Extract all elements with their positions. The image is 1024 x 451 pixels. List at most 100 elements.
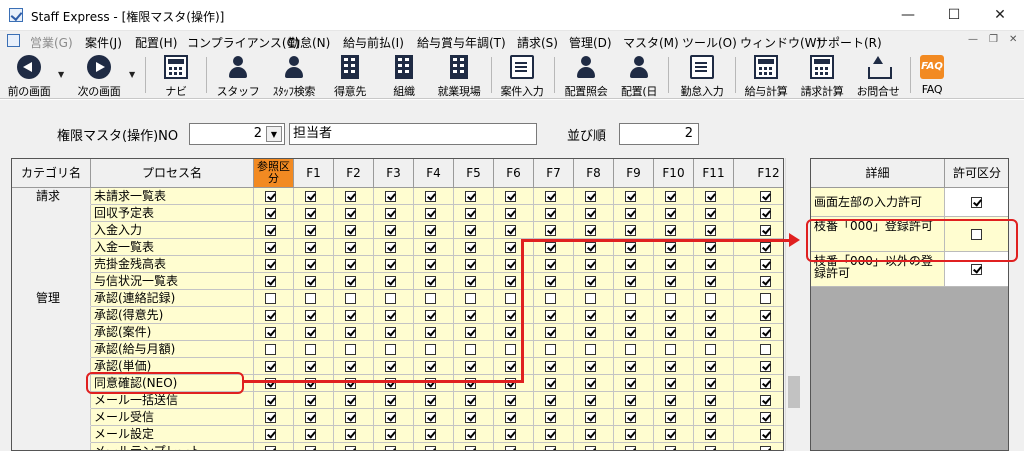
menu-kyuyo-shoyo[interactable]: 給与賞与年調(T) [417, 34, 506, 51]
permission-checkbox[interactable] [465, 378, 476, 389]
permission-checkbox[interactable] [425, 208, 436, 219]
permission-checkbox[interactable] [665, 412, 676, 423]
permission-checkbox[interactable] [425, 344, 436, 355]
permission-checkbox[interactable] [465, 327, 476, 338]
navi-button[interactable]: ナビ [152, 53, 200, 99]
job-entry-button[interactable]: 案件入力 [495, 53, 549, 99]
permission-checkbox[interactable] [665, 446, 676, 450]
forward-dropdown-icon[interactable]: ▼ [129, 70, 135, 79]
permission-checkbox[interactable] [625, 191, 636, 202]
process-name-cell[interactable]: 承認(連絡記録) [91, 290, 254, 307]
permission-checkbox[interactable] [585, 208, 596, 219]
permission-checkbox[interactable] [625, 395, 636, 406]
permission-checkbox[interactable] [665, 378, 676, 389]
permission-checkbox[interactable] [345, 429, 356, 440]
permission-checkbox[interactable] [505, 293, 516, 304]
placement-inquiry-button[interactable]: 配置照会 [559, 53, 613, 99]
permission-checkbox[interactable] [505, 242, 516, 253]
permission-checkbox[interactable] [345, 208, 356, 219]
permission-checkbox[interactable] [705, 361, 716, 372]
inquiry-button[interactable]: お問合せ [851, 53, 905, 99]
permission-checkbox[interactable] [625, 446, 636, 450]
permission-checkbox[interactable] [505, 446, 516, 450]
process-name-cell[interactable]: 承認(案件) [91, 324, 254, 341]
permission-checkbox[interactable] [345, 344, 356, 355]
permission-checkbox[interactable] [425, 412, 436, 423]
permission-checkbox[interactable] [345, 276, 356, 287]
permission-checkbox[interactable] [545, 361, 556, 372]
permission-checkbox[interactable] [385, 242, 396, 253]
menu-seikyu[interactable]: 請求(S) [517, 34, 558, 51]
permission-checkbox[interactable] [705, 344, 716, 355]
permission-checkbox[interactable] [385, 276, 396, 287]
permission-checkbox[interactable] [465, 446, 476, 450]
process-name-cell[interactable]: メールテンプレート [91, 443, 254, 450]
menu-compliance[interactable]: コンプライアンス(C) [187, 34, 300, 51]
permission-checkbox[interactable] [385, 344, 396, 355]
permission-checkbox[interactable] [345, 293, 356, 304]
permission-checkbox[interactable] [345, 225, 356, 236]
permission-checkbox[interactable] [305, 191, 316, 202]
permission-checkbox[interactable] [585, 276, 596, 287]
permission-checkbox[interactable] [585, 429, 596, 440]
permission-checkbox[interactable] [505, 208, 516, 219]
permission-checkbox[interactable] [625, 242, 636, 253]
permission-checkbox[interactable] [665, 327, 676, 338]
process-name-cell[interactable]: 承認(単価) [91, 358, 254, 375]
permission-checkbox[interactable] [625, 259, 636, 270]
permission-checkbox[interactable] [345, 446, 356, 450]
permission-checkbox[interactable] [760, 310, 771, 321]
permission-checkbox[interactable] [760, 344, 771, 355]
permission-checkbox[interactable] [665, 344, 676, 355]
faq-button[interactable]: FAQ FAQ [912, 53, 952, 96]
detail-permission-checkbox[interactable] [971, 229, 982, 240]
permission-checkbox[interactable] [760, 327, 771, 338]
permission-checkbox[interactable] [305, 395, 316, 406]
permission-checkbox[interactable] [545, 276, 556, 287]
permission-checkbox[interactable] [265, 412, 276, 423]
permission-checkbox[interactable] [425, 276, 436, 287]
scrollbar-thumb[interactable] [788, 376, 800, 408]
permission-checkbox[interactable] [265, 378, 276, 389]
process-name-cell[interactable]: 回収予定表 [91, 205, 254, 222]
permission-checkbox[interactable] [305, 276, 316, 287]
attendance-entry-button[interactable]: 勤怠入力 [674, 53, 730, 99]
permission-checkbox[interactable] [425, 429, 436, 440]
permission-checkbox[interactable] [385, 208, 396, 219]
permission-checkbox[interactable] [705, 446, 716, 450]
process-name-cell[interactable]: 未請求一覧表 [91, 188, 254, 205]
permission-checkbox[interactable] [305, 327, 316, 338]
permission-checkbox[interactable] [385, 310, 396, 321]
permission-checkbox[interactable] [505, 378, 516, 389]
minimize-button[interactable]: — [885, 0, 931, 31]
permission-checkbox[interactable] [545, 191, 556, 202]
permission-checkbox[interactable] [585, 310, 596, 321]
permission-checkbox[interactable] [345, 327, 356, 338]
permission-checkbox[interactable] [760, 208, 771, 219]
authority-name-input[interactable]: 担当者 [289, 123, 537, 145]
permission-checkbox[interactable] [425, 327, 436, 338]
permission-checkbox[interactable] [545, 310, 556, 321]
permission-checkbox[interactable] [545, 378, 556, 389]
permission-checkbox[interactable] [305, 429, 316, 440]
close-button[interactable]: ✕ [977, 0, 1023, 31]
permission-checkbox[interactable] [625, 208, 636, 219]
permission-checkbox[interactable] [625, 225, 636, 236]
permission-checkbox[interactable] [265, 276, 276, 287]
permission-checkbox[interactable] [705, 293, 716, 304]
permission-checkbox[interactable] [545, 446, 556, 450]
permission-checkbox[interactable] [425, 293, 436, 304]
permission-checkbox[interactable] [665, 225, 676, 236]
permission-checkbox[interactable] [585, 242, 596, 253]
permission-checkbox[interactable] [305, 361, 316, 372]
permission-checkbox[interactable] [760, 293, 771, 304]
permission-checkbox[interactable] [425, 225, 436, 236]
permission-checkbox[interactable] [345, 259, 356, 270]
permission-checkbox[interactable] [265, 191, 276, 202]
permission-checkbox[interactable] [665, 259, 676, 270]
permission-checkbox[interactable] [705, 259, 716, 270]
permission-checkbox[interactable] [585, 361, 596, 372]
permission-checkbox[interactable] [665, 361, 676, 372]
permission-checkbox[interactable] [705, 276, 716, 287]
permission-checkbox[interactable] [545, 242, 556, 253]
